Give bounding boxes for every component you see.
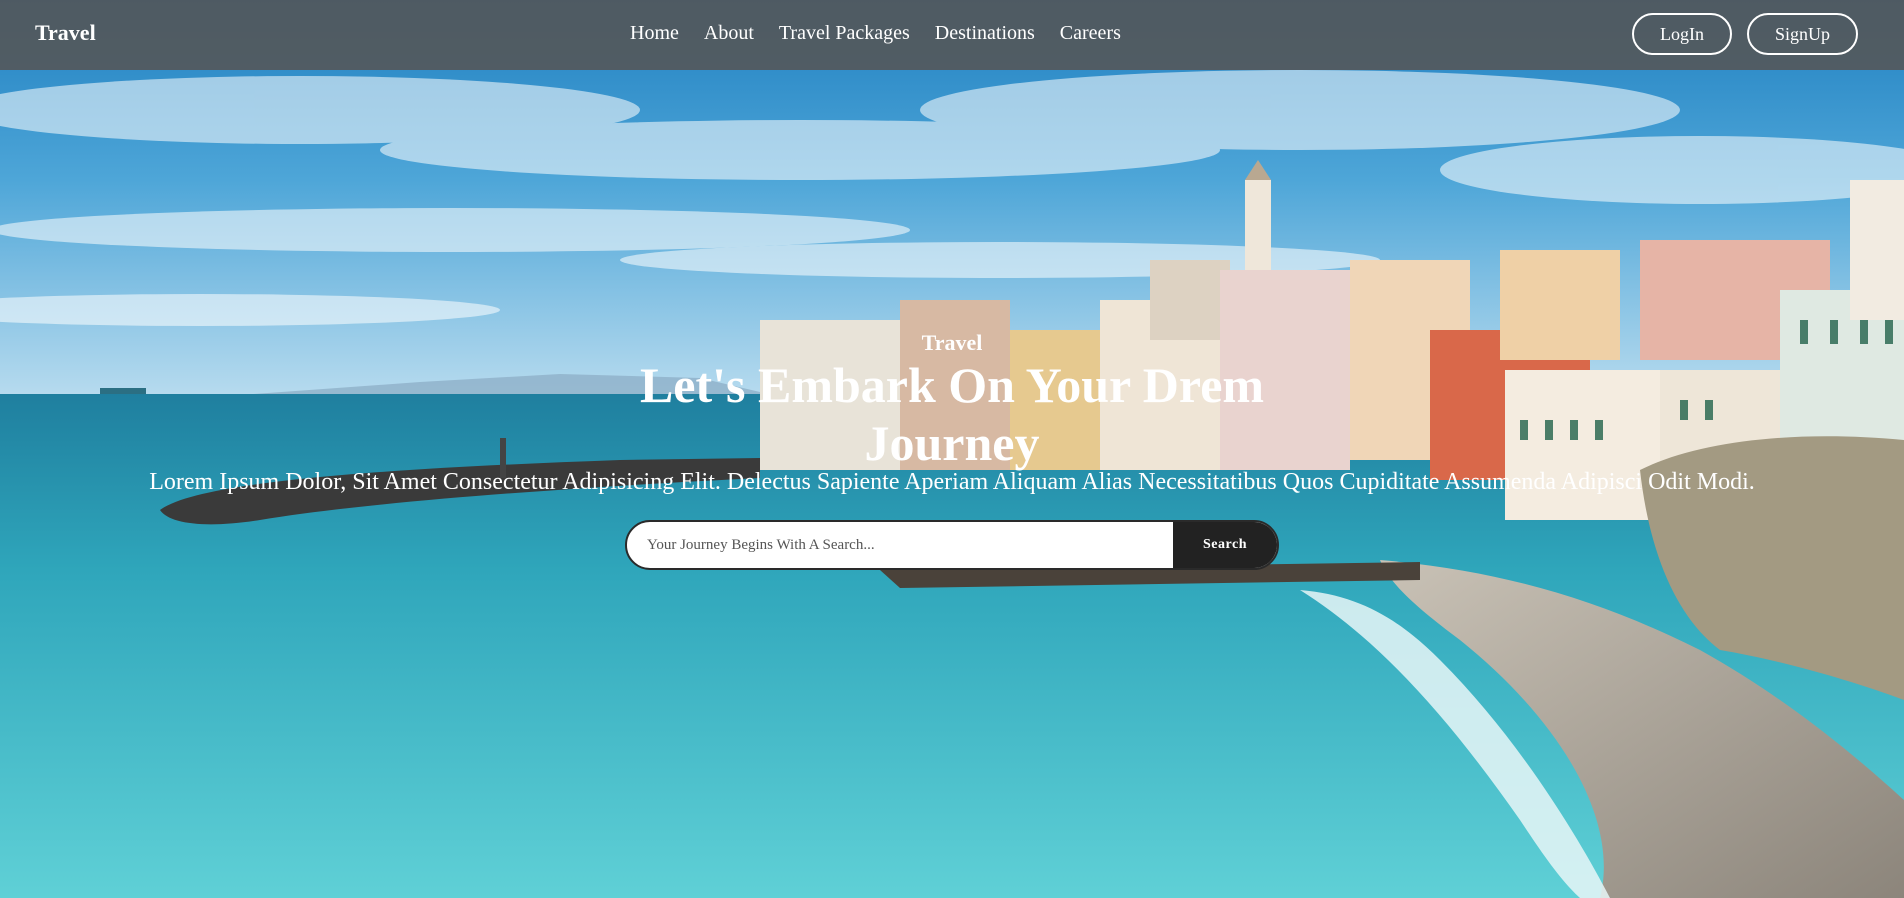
travel-landing-page: Travel Home About Travel Packages Destin… (0, 0, 1904, 898)
search-bar: Search (625, 520, 1279, 570)
hero-content: Travel Let's Embark On Your Drem Journey… (0, 330, 1904, 496)
search-input[interactable] (627, 522, 1173, 568)
top-navbar: Travel Home About Travel Packages Destin… (0, 0, 1904, 70)
nav-link-travel-packages[interactable]: Travel Packages (779, 22, 910, 45)
nav-links: Home About Travel Packages Destinations … (630, 22, 1146, 45)
hero-description: Lorem Ipsum Dolor, Sit Amet Consectetur … (149, 469, 1755, 495)
nav-link-destinations[interactable]: Destinations (935, 22, 1035, 45)
nav-link-about[interactable]: About (704, 22, 754, 45)
nav-link-careers[interactable]: Careers (1060, 22, 1121, 45)
search-button[interactable]: Search (1173, 522, 1277, 568)
brand-logo[interactable]: Travel (35, 20, 96, 46)
login-button[interactable]: LogIn (1631, 13, 1732, 55)
signup-button[interactable]: SignUp (1746, 13, 1858, 55)
auth-buttons: LogIn SignUp (1631, 13, 1858, 55)
hero-headline: Let's Embark On Your Drem Journey (639, 357, 1265, 471)
nav-link-home[interactable]: Home (630, 22, 679, 45)
hero-eyebrow: Travel (921, 330, 983, 355)
